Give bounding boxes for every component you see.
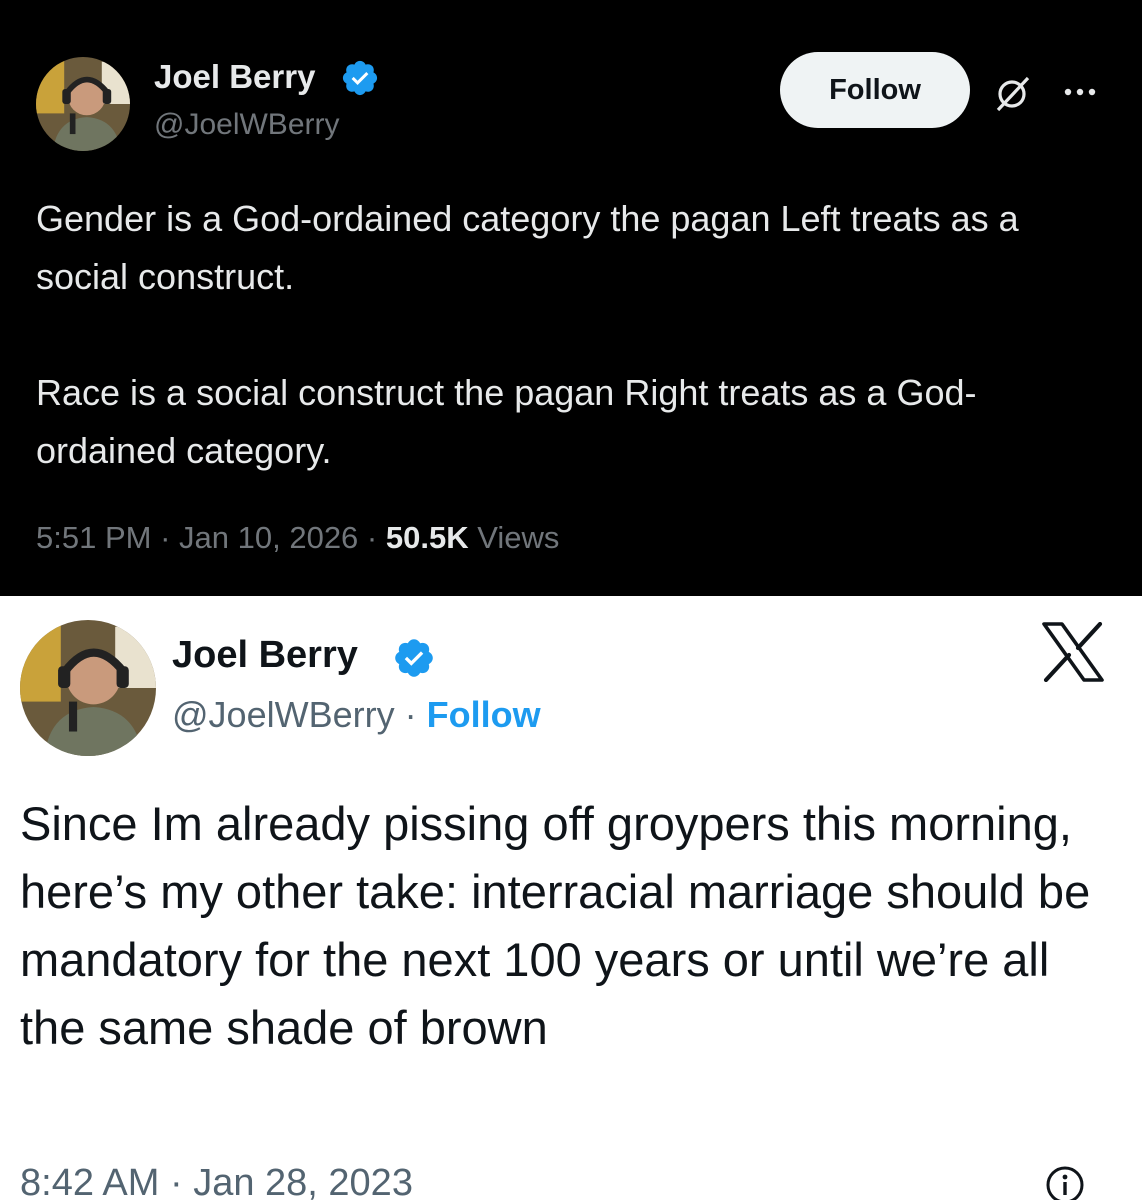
author-name[interactable]: Joel Berry: [154, 58, 315, 96]
follow-button[interactable]: Follow: [780, 52, 970, 128]
follow-link[interactable]: Follow: [427, 694, 541, 735]
views-count: 50.5K: [385, 520, 469, 555]
handle-separator: ·: [404, 694, 417, 735]
verified-badge-icon: [392, 636, 436, 680]
meta-separator: ·: [169, 1162, 183, 1200]
views-label: Views: [477, 520, 560, 555]
x-logo-icon[interactable]: [1040, 621, 1106, 683]
verified-badge-icon: [340, 58, 380, 98]
tweet-date[interactable]: Jan 10, 2026: [179, 520, 358, 555]
avatar[interactable]: [20, 620, 156, 756]
tweet-time[interactable]: 8:42 AM: [20, 1162, 159, 1200]
meta-separator: ·: [366, 520, 378, 555]
tweet-text: Gender is a God-ordained category the pa…: [36, 198, 1019, 471]
tweet-meta: 8:42 AM · Jan 28, 2023: [20, 1162, 413, 1200]
info-icon[interactable]: [1044, 1164, 1086, 1200]
author-handle-row: @JoelWBerry · Follow: [172, 694, 541, 736]
tweet-time[interactable]: 5:51 PM: [36, 520, 151, 555]
tweet-meta: 5:51 PM · Jan 10, 2026 · 50.5K Views: [36, 520, 559, 556]
tweet-text: Since Im already pissing off groypers th…: [20, 797, 1104, 1054]
tweet-card-light: Joel Berry @JoelWBerry · Follow Since Im…: [0, 596, 1142, 1200]
tweet-date[interactable]: Jan 28, 2023: [193, 1162, 413, 1200]
grok-icon[interactable]: [990, 72, 1034, 116]
tweet-card-dark: Joel Berry @JoelWBerry Follow Gender is …: [0, 0, 1142, 596]
meta-separator: ·: [160, 520, 171, 555]
avatar[interactable]: [36, 57, 130, 151]
more-icon[interactable]: [1060, 80, 1104, 104]
author-handle[interactable]: @JoelWBerry: [154, 108, 339, 142]
author-name[interactable]: Joel Berry: [172, 634, 358, 677]
author-handle[interactable]: @JoelWBerry: [172, 694, 395, 735]
